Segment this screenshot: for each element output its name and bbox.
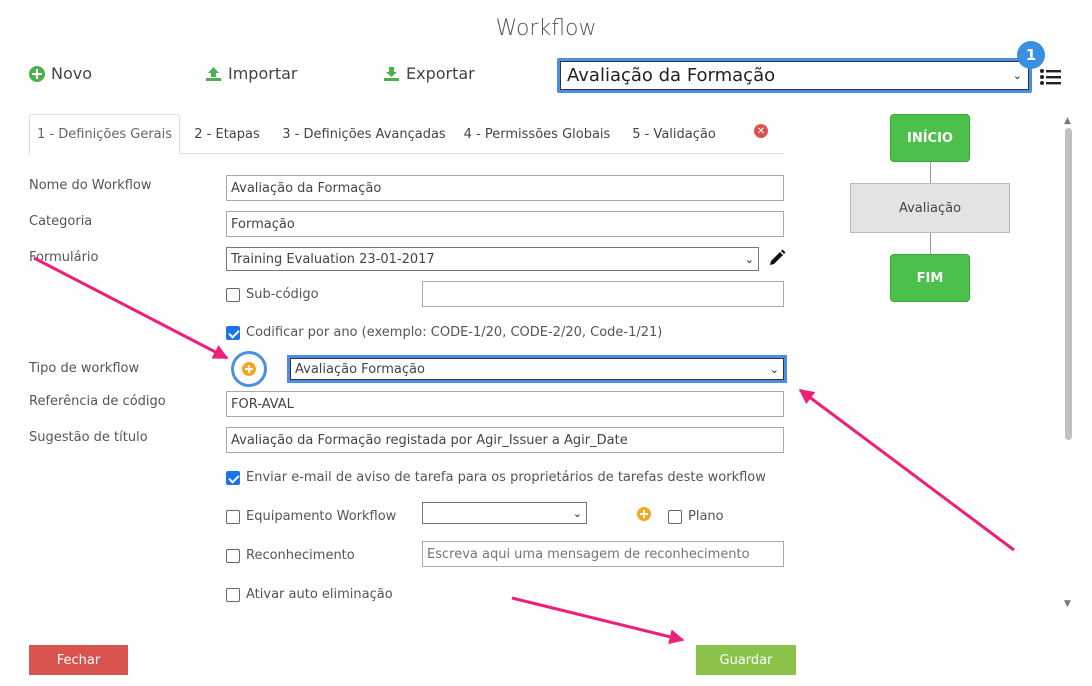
add-equipment-icon[interactable]	[637, 507, 651, 521]
label-categoria: Categoria	[29, 214, 93, 229]
recognition-checkbox-row[interactable]: Reconhecimento	[226, 548, 355, 563]
plus-circle-icon	[29, 65, 45, 82]
list-icon[interactable]	[1040, 68, 1062, 86]
plan-label: Plano	[688, 509, 724, 524]
chevron-down-icon: ⌄	[744, 252, 754, 266]
label-formulario: Formulário	[29, 250, 99, 265]
annotation-arrow	[33, 256, 229, 360]
subcode-label: Sub-código	[246, 287, 319, 302]
equipment-checkbox-row[interactable]: Equipamento Workflow	[226, 509, 396, 524]
diagram-connector	[930, 233, 931, 254]
workflow-type-value: Avaliação Formação	[295, 361, 425, 377]
diagram-end-node[interactable]: FIM	[890, 254, 970, 302]
code-reference-input[interactable]: FOR-AVAL	[226, 391, 784, 417]
send-email-checkbox-row[interactable]: Enviar e-mail de aviso de tarefa para os…	[226, 470, 766, 485]
scrollbar-thumb[interactable]	[1065, 128, 1072, 440]
plan-checkbox[interactable]	[668, 509, 682, 524]
add-type-highlight	[231, 351, 267, 387]
import-label: Importar	[228, 64, 298, 83]
title-suggestion-input[interactable]: Avaliação da Formação registada por Agir…	[226, 427, 784, 453]
recognition-message-input[interactable]	[422, 541, 784, 567]
diagram-connector	[930, 162, 931, 183]
tab-definicoes-avancadas[interactable]: 3 - Definições Avançadas	[279, 114, 449, 155]
label-sugestao: Sugestão de título	[29, 430, 148, 445]
label-nome-workflow: Nome do Workflow	[29, 178, 152, 193]
close-icon: ✕	[754, 124, 768, 138]
diagram-start-node[interactable]: INÍCIO	[890, 114, 970, 162]
annotation-arrows	[33, 256, 1015, 645]
encode-year-checkbox-row[interactable]: Codificar por ano (exemplo: CODE-1/20, C…	[226, 325, 662, 340]
workflow-type-select[interactable]: Avaliação Formação ⌄	[290, 358, 784, 380]
workflow-select[interactable]: Avaliação da Formação ⌄	[560, 61, 1029, 90]
workflow-select-value: Avaliação da Formação	[567, 65, 776, 86]
scroll-up-arrow[interactable]: ▲	[1064, 116, 1071, 126]
auto-delete-checkbox-row[interactable]: Ativar auto eliminação	[226, 587, 393, 602]
new-label: Novo	[51, 64, 93, 83]
upload-icon	[206, 66, 221, 81]
subcode-input[interactable]	[422, 281, 784, 307]
workflow-name-input[interactable]: Avaliação da Formação	[226, 175, 784, 201]
label-referencia: Referência de código	[29, 394, 166, 409]
label-tipo-workflow: Tipo de workflow	[29, 361, 140, 376]
tab-definicoes-gerais[interactable]: 1 - Definições Gerais	[29, 114, 180, 155]
export-button[interactable]: Exportar	[383, 64, 475, 83]
save-button[interactable]: Guardar	[696, 645, 796, 675]
plan-checkbox-row[interactable]: Plano	[668, 509, 724, 524]
encode-year-label: Codificar por ano (exemplo: CODE-1/20, C…	[246, 325, 663, 340]
form-select[interactable]: Training Evaluation 23-01-2017 ⌄	[226, 247, 759, 271]
diagram-step-node[interactable]: Avaliação	[850, 183, 1010, 233]
tab-permissoes-globais[interactable]: 4 - Permissões Globais	[461, 114, 613, 155]
step-badge: 1	[1017, 41, 1045, 69]
chevron-down-icon: ⌄	[769, 362, 779, 376]
encode-year-checkbox[interactable]	[226, 325, 240, 340]
send-email-checkbox[interactable]	[226, 470, 240, 485]
annotation-arrow	[511, 596, 685, 645]
close-button[interactable]: Fechar	[29, 645, 128, 675]
auto-delete-label: Ativar auto eliminação	[246, 587, 393, 602]
workflow-type-highlight: Avaliação Formação ⌄	[287, 355, 787, 383]
tab-bar: 1 - Definições Gerais 2 - Etapas 3 - Def…	[29, 114, 784, 155]
category-input[interactable]: Formação	[226, 211, 784, 237]
tab-validacao[interactable]: 5 - Validação	[627, 114, 721, 155]
subcode-checkbox-row[interactable]: Sub-código	[226, 287, 319, 302]
close-tabs-button[interactable]: ✕	[751, 114, 771, 148]
import-button[interactable]: Importar	[205, 64, 297, 83]
page-title: Workflow	[495, 16, 597, 41]
chevron-down-icon: ⌄	[1012, 69, 1022, 82]
equipment-select[interactable]: ⌄	[422, 502, 587, 524]
annotation-arrow	[798, 388, 1015, 552]
chevron-down-icon: ⌄	[572, 506, 582, 520]
pencil-icon[interactable]	[768, 249, 786, 267]
tab-etapas[interactable]: 2 - Etapas	[187, 114, 267, 155]
add-type-icon[interactable]	[242, 362, 256, 376]
new-button[interactable]: Novo	[29, 64, 92, 83]
export-label: Exportar	[406, 64, 475, 83]
scroll-down-arrow[interactable]: ▼	[1064, 599, 1071, 609]
recognition-label: Reconhecimento	[246, 548, 355, 563]
workflow-select-highlight: Avaliação da Formação ⌄	[557, 58, 1032, 93]
send-email-label: Enviar e-mail de aviso de tarefa para os…	[246, 470, 766, 485]
download-icon	[384, 66, 399, 81]
form-select-value: Training Evaluation 23-01-2017	[231, 251, 435, 267]
equipment-label: Equipamento Workflow	[246, 509, 397, 524]
subcode-checkbox[interactable]	[226, 287, 240, 302]
auto-delete-checkbox[interactable]	[226, 587, 240, 602]
equipment-checkbox[interactable]	[226, 509, 240, 524]
recognition-checkbox[interactable]	[226, 548, 240, 563]
